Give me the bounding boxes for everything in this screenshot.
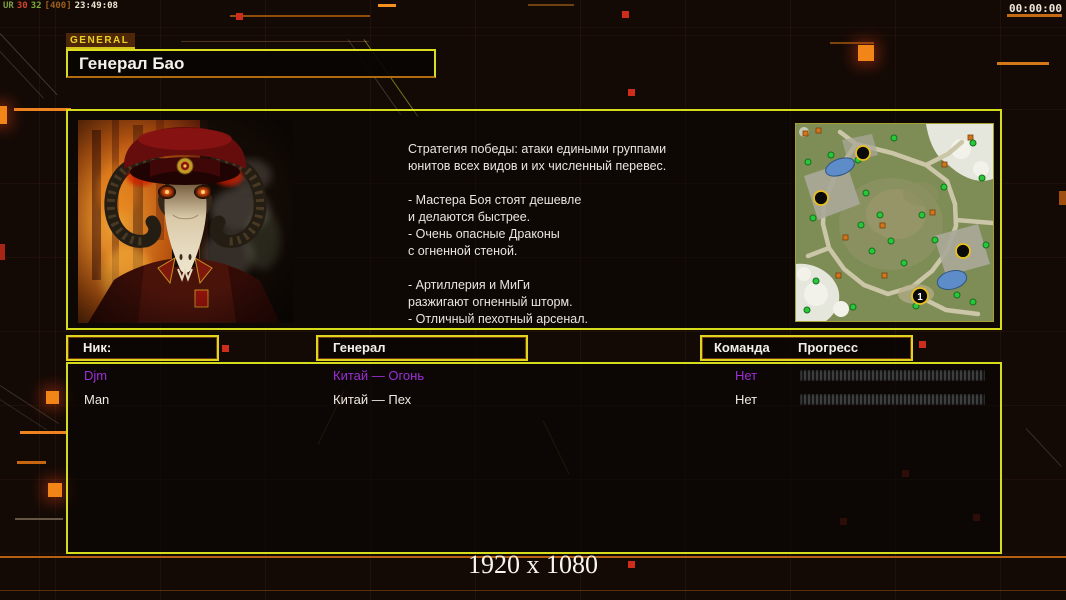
decor-dash — [15, 518, 63, 520]
player-row[interactable]: Man Китай — Пех Нет — [68, 390, 1000, 410]
decor-dash — [830, 42, 874, 44]
decor-line — [0, 399, 48, 431]
progress-bar — [800, 370, 985, 381]
minimap-preview: 1 — [795, 123, 994, 322]
decor-dash — [528, 4, 574, 6]
decor-square — [222, 345, 229, 352]
general-bao-portrait-image — [78, 120, 293, 323]
decor-line — [1025, 428, 1062, 467]
decor-square — [46, 391, 59, 404]
decor-dash — [181, 41, 369, 42]
players-list: Djm Китай — Огонь Нет Man Китай — Пех Не… — [66, 362, 1002, 554]
strategy-description: Стратегия победы: атаки едиными группами… — [408, 142, 667, 326]
player-general: Китай — Пех — [333, 392, 412, 407]
decor-square — [1059, 191, 1066, 205]
player-nick: Man — [84, 392, 110, 407]
page-title-box: Генерал Бао — [66, 49, 436, 78]
decor-dash — [230, 15, 370, 17]
decor-square — [628, 89, 635, 96]
column-header-team-progress: Команда Прогресс — [700, 335, 913, 361]
decor-dash — [997, 62, 1049, 65]
general-info-panel: Стратегия победы: атаки едиными группами… — [66, 109, 1002, 330]
tab-general[interactable]: GENERAL — [66, 33, 136, 49]
minimap-start-marker: 1 — [917, 292, 923, 303]
player-nick: Djm — [84, 368, 108, 383]
column-header-progress: Прогресс — [798, 340, 859, 355]
status-segment: 30 — [16, 1, 28, 11]
decor-square — [628, 561, 635, 568]
decor-dash — [378, 4, 396, 7]
decor-square — [0, 106, 7, 124]
status-segment: UR — [3, 1, 14, 11]
decor-dash — [1007, 14, 1062, 17]
decor-square — [48, 483, 62, 497]
decor-line — [0, 590, 1066, 591]
decor-dash — [20, 431, 67, 434]
column-header-general: Генерал — [316, 335, 528, 361]
player-general: Китай — Огонь — [333, 368, 425, 383]
player-row[interactable]: Djm Китай — Огонь Нет — [68, 366, 1000, 386]
decor-square — [622, 11, 629, 18]
column-header-team: Команда — [714, 340, 770, 355]
column-header-nick: Ник: — [66, 335, 219, 361]
status-segment: 32 — [30, 1, 42, 11]
progress-bar — [800, 394, 985, 405]
decor-dash — [14, 108, 71, 111]
decor-square — [858, 45, 874, 61]
decor-square — [919, 341, 926, 348]
status-bar: UR 30 32 [400] 23:49:08 — [3, 1, 121, 11]
decor-line — [0, 33, 58, 96]
decor-square — [236, 13, 243, 20]
status-clock: 23:49:08 — [74, 1, 118, 11]
decor-square — [0, 244, 5, 260]
game-lobby-screen: UR 30 32 [400] 23:49:08 00:00:00 GENERAL Ген… — [0, 0, 1066, 600]
resolution-label: 1920 x 1080 — [468, 550, 598, 579]
player-team: Нет — [735, 368, 758, 383]
status-segment: [400] — [44, 1, 72, 11]
decor-dash — [17, 461, 46, 464]
page-title: Генерал Бао — [79, 54, 185, 73]
player-team: Нет — [735, 392, 758, 407]
